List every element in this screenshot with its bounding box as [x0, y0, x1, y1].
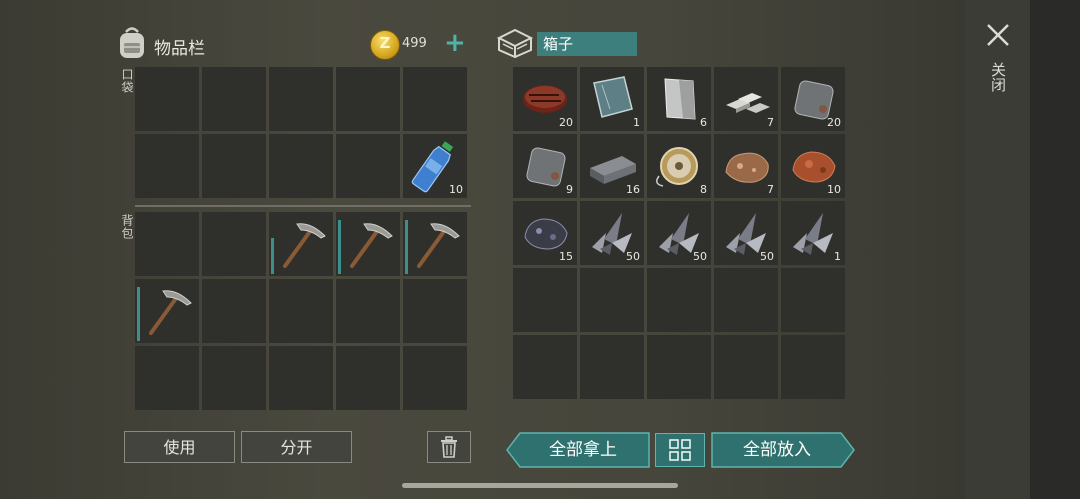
backpack-slot[interactable]	[135, 279, 199, 343]
take-all-button[interactable]: 全部拿上	[518, 433, 648, 467]
right-edge-bg	[1030, 0, 1080, 499]
item-quantity: 7	[767, 116, 774, 129]
pocket-label: 口袋	[120, 68, 134, 94]
box-slot[interactable]: 10	[781, 134, 845, 198]
box-slot[interactable]: 16	[580, 134, 644, 198]
box-slot[interactable]: 1	[580, 67, 644, 131]
item-quantity: 20	[559, 116, 573, 129]
add-coins-button[interactable]: +	[444, 30, 466, 56]
box-grid: 20 1 6 7 20 9 16 8 7 10 15 50 50 50 1	[513, 67, 845, 399]
box-slot[interactable]	[714, 335, 778, 399]
box-slot[interactable]	[781, 335, 845, 399]
backpack-slot[interactable]	[336, 346, 400, 410]
item-quantity: 50	[760, 250, 774, 263]
pocket-slot[interactable]: 10	[403, 134, 467, 198]
pocket-slot[interactable]	[135, 67, 199, 131]
box-slot[interactable]	[513, 268, 577, 332]
box-slot[interactable]	[580, 268, 644, 332]
pocket-slot[interactable]	[336, 67, 400, 131]
crate-icon	[497, 28, 533, 58]
item-quantity: 6	[700, 116, 707, 129]
box-slot[interactable]: 6	[647, 67, 711, 131]
backpack-slot[interactable]	[403, 346, 467, 410]
item-quantity: 50	[693, 250, 707, 263]
grid-sort-icon	[669, 439, 691, 461]
pocket-slot[interactable]	[135, 134, 199, 198]
close-label[interactable]: 关闭	[988, 62, 1009, 92]
coin-balance: Z 499 +	[370, 30, 470, 60]
item-quantity: 50	[626, 250, 640, 263]
box-slot[interactable]	[513, 335, 577, 399]
backpack-slot[interactable]	[336, 279, 400, 343]
pocket-slot[interactable]	[202, 134, 266, 198]
put-all-button[interactable]: 全部放入	[712, 433, 842, 467]
box-slot[interactable]: 9	[513, 134, 577, 198]
pocket-slot[interactable]	[269, 67, 333, 131]
box-slot[interactable]	[647, 335, 711, 399]
box-slot[interactable]	[647, 268, 711, 332]
backpack-slot[interactable]	[135, 212, 199, 276]
item-quantity: 1	[633, 116, 640, 129]
box-slot[interactable]: 7	[714, 134, 778, 198]
backpack-slot[interactable]	[202, 279, 266, 343]
backpack-slot[interactable]	[269, 212, 333, 276]
pocket-grid: 10	[135, 67, 467, 198]
coin-count: 499	[402, 36, 427, 51]
box-slot[interactable]: 50	[580, 201, 644, 265]
pickaxe-icon	[283, 223, 326, 268]
backpack-slot[interactable]	[269, 279, 333, 343]
item-quantity: 1	[834, 250, 841, 263]
box-slot[interactable]	[580, 335, 644, 399]
backpack-label: 背包	[120, 214, 134, 240]
backpack-slot[interactable]	[403, 212, 467, 276]
backpack-slot[interactable]	[269, 346, 333, 410]
item-quantity: 16	[626, 183, 640, 196]
pocket-slot[interactable]	[269, 134, 333, 198]
box-slot[interactable]: 20	[513, 67, 577, 131]
box-slot[interactable]: 7	[714, 67, 778, 131]
box-slot[interactable]: 50	[647, 201, 711, 265]
sort-button[interactable]	[655, 433, 705, 467]
coin-icon: Z	[370, 30, 400, 60]
pocket-slot[interactable]	[403, 67, 467, 131]
pickaxe-icon	[350, 223, 393, 268]
item-quantity: 7	[767, 183, 774, 196]
item-quantity: 8	[700, 183, 707, 196]
pickaxe-icon	[149, 290, 192, 335]
pocket-slot[interactable]	[336, 134, 400, 198]
backpack-slot[interactable]	[336, 212, 400, 276]
backpack-icon	[120, 27, 144, 58]
close-icon[interactable]	[985, 22, 1011, 48]
discard-button[interactable]	[427, 431, 471, 463]
backpack-slot[interactable]	[202, 212, 266, 276]
box-slot[interactable]: 8	[647, 134, 711, 198]
backpack-grid	[135, 212, 467, 410]
box-slot[interactable]: 20	[781, 67, 845, 131]
box-name-field[interactable]	[537, 32, 637, 56]
box-slot[interactable]	[714, 268, 778, 332]
split-button[interactable]: 分开	[241, 431, 352, 463]
section-divider	[135, 205, 471, 207]
use-button[interactable]: 使用	[124, 431, 235, 463]
item-quantity: 10	[449, 183, 463, 196]
box-slot[interactable]: 15	[513, 201, 577, 265]
home-indicator	[402, 483, 678, 488]
pocket-slot[interactable]	[202, 67, 266, 131]
item-quantity: 10	[827, 183, 841, 196]
trash-icon	[441, 436, 457, 458]
backpack-slot[interactable]	[202, 346, 266, 410]
backpack-slot[interactable]	[135, 346, 199, 410]
item-quantity: 20	[827, 116, 841, 129]
box-slot[interactable]: 50	[714, 201, 778, 265]
backpack-slot[interactable]	[403, 279, 467, 343]
box-slot[interactable]: 1	[781, 201, 845, 265]
box-slot[interactable]	[781, 268, 845, 332]
inventory-title: 物品栏	[154, 39, 205, 59]
item-quantity: 15	[559, 250, 573, 263]
item-quantity: 9	[566, 183, 573, 196]
pickaxe-icon	[417, 223, 460, 268]
